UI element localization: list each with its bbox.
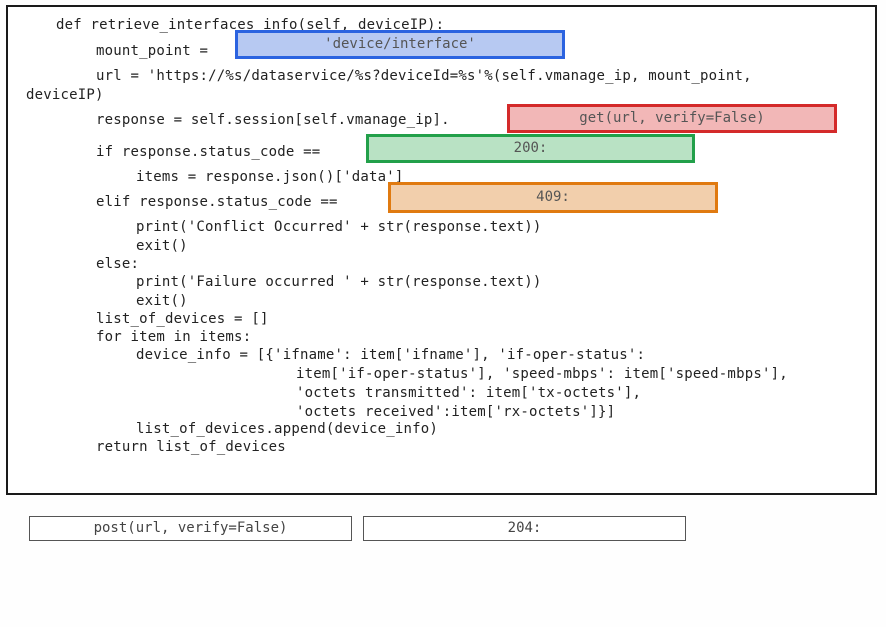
code-line-else: else: bbox=[96, 256, 140, 272]
code-line-device-info-2: item['if-oper-status'], 'speed-mbps': it… bbox=[296, 366, 788, 382]
code-line-if-status: if response.status_code == bbox=[96, 144, 321, 160]
status-conflict-drop-zone[interactable]: 409: bbox=[388, 182, 718, 213]
code-line-exit-1: exit() bbox=[136, 238, 188, 254]
code-line-print-failure: print('Failure occurred ' + str(response… bbox=[136, 274, 542, 290]
option-204-button[interactable]: 204: bbox=[363, 516, 686, 541]
code-line-return: return list_of_devices bbox=[96, 439, 286, 455]
option-post-button[interactable]: post(url, verify=False) bbox=[29, 516, 352, 541]
option-post-label: post(url, verify=False) bbox=[93, 520, 288, 536]
code-panel: def retrieve_interfaces_info(self, devic… bbox=[6, 5, 877, 495]
code-line-append: list_of_devices.append(device_info) bbox=[136, 421, 439, 437]
option-204-label: 204: bbox=[507, 520, 542, 536]
code-line-device-info: device_info = [{'ifname': item['ifname']… bbox=[136, 347, 646, 363]
code-line-response: response = self.session[self.vmanage_ip]… bbox=[96, 112, 450, 128]
code-line-device-info-3: 'octets transmitted': item['tx-octets'], bbox=[296, 385, 642, 401]
code-line-url: url = 'https://%s/dataservice/%s?deviceI… bbox=[96, 68, 752, 84]
code-line-device-info-4: 'octets received':item['rx-octets']}] bbox=[296, 404, 616, 420]
code-line-elif-status: elif response.status_code == bbox=[96, 194, 338, 210]
method-value: get(url, verify=False) bbox=[579, 110, 765, 126]
code-line-exit-2: exit() bbox=[136, 293, 188, 309]
mount-point-value: 'device/interface' bbox=[324, 36, 476, 52]
code-line-mount-point: mount_point = bbox=[96, 43, 217, 59]
status-ok-drop-zone[interactable]: 200: bbox=[366, 134, 695, 163]
status-conflict-value: 409: bbox=[536, 189, 570, 205]
status-ok-value: 200: bbox=[513, 140, 548, 156]
code-line-list-init: list_of_devices = [] bbox=[96, 311, 269, 327]
method-drop-zone[interactable]: get(url, verify=False) bbox=[507, 104, 837, 133]
code-line-url-cont: deviceIP) bbox=[26, 87, 104, 103]
code-line-print-conflict: print('Conflict Occurred' + str(response… bbox=[136, 219, 542, 235]
code-line-items: items = response.json()['data'] bbox=[136, 169, 404, 185]
mount-point-drop-zone[interactable]: 'device/interface' bbox=[235, 30, 565, 59]
code-line-for: for item in items: bbox=[96, 329, 252, 345]
